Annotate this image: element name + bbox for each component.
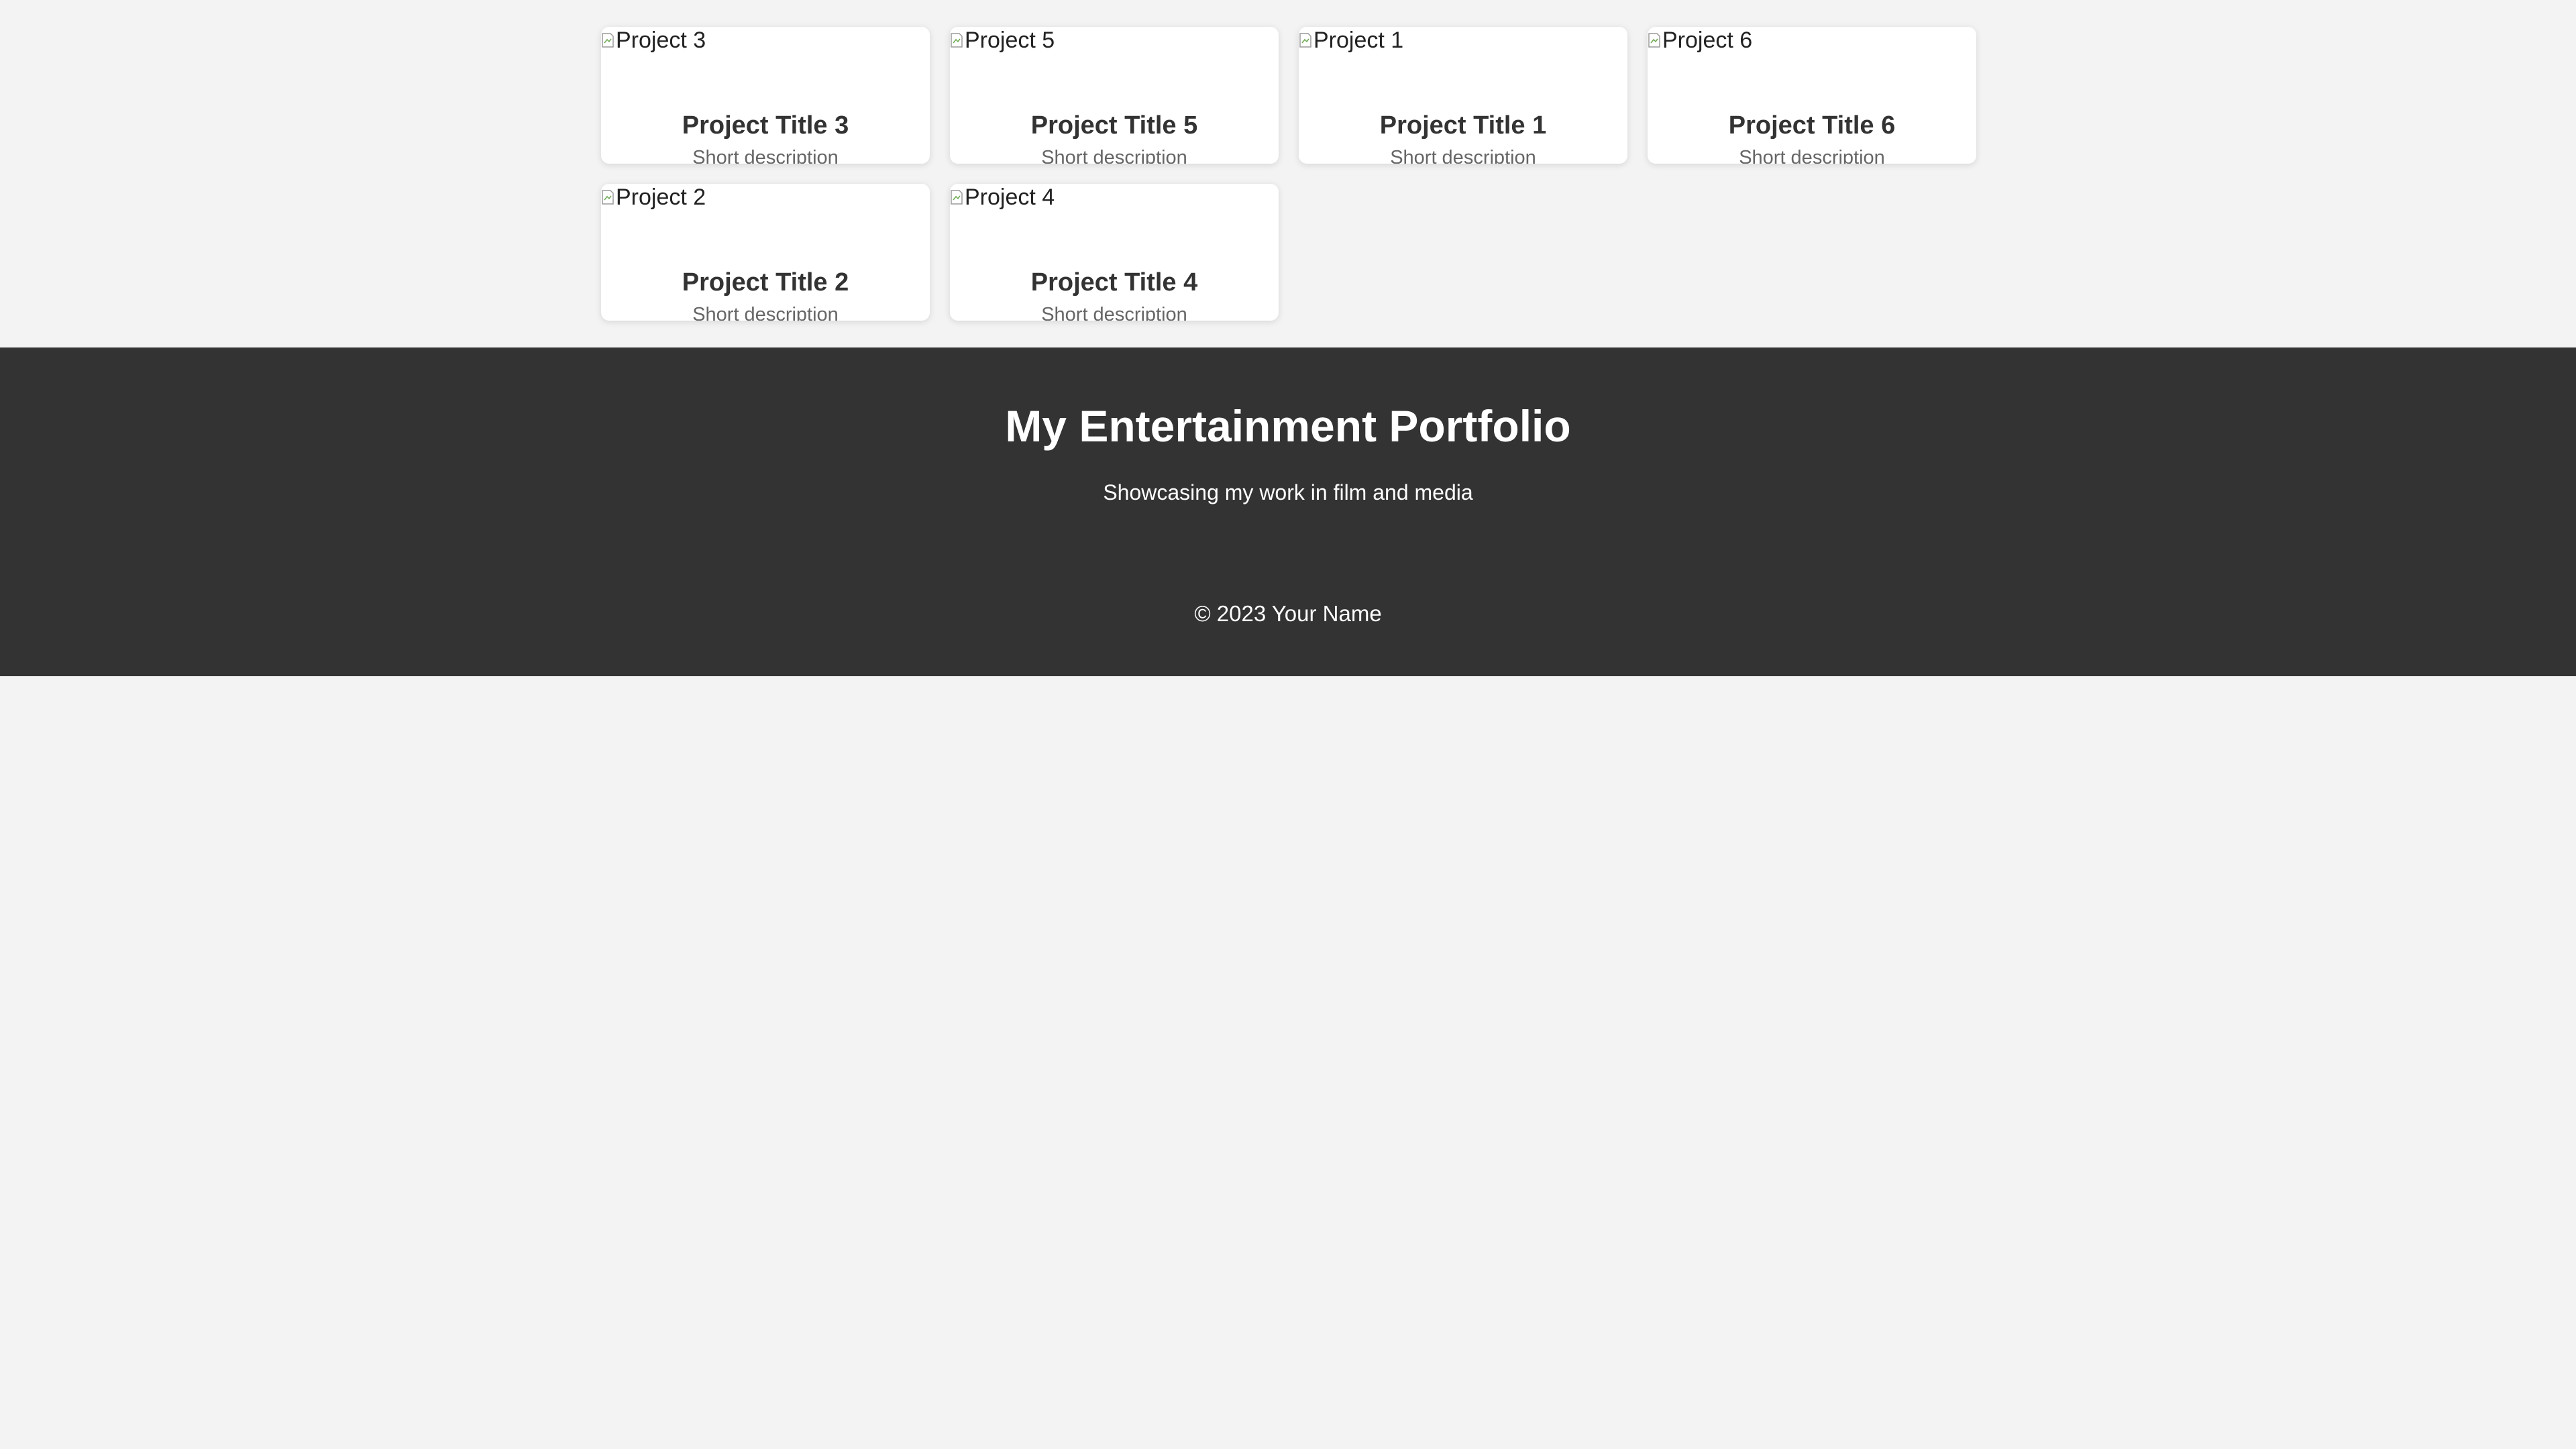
project-grid: Project 3 Project Title 3 Short descript… xyxy=(601,27,1976,321)
broken-image-icon xyxy=(601,189,614,205)
project-image[interactable]: Project 2 xyxy=(601,184,706,211)
project-title: Project Title 2 xyxy=(682,268,849,297)
project-image-alt: Project 3 xyxy=(616,27,706,53)
project-image[interactable]: Project 3 xyxy=(601,27,706,54)
project-image[interactable]: Project 4 xyxy=(950,184,1055,211)
project-title: Project Title 5 xyxy=(1030,111,1198,140)
project-card[interactable]: Project 1 Project Title 1 Short descript… xyxy=(1299,27,1627,164)
project-image[interactable]: Project 1 xyxy=(1299,27,1403,54)
project-title: Project Title 3 xyxy=(682,111,849,140)
project-description: Short description xyxy=(692,304,839,321)
project-card[interactable]: Project 3 Project Title 3 Short descript… xyxy=(601,27,930,164)
project-card[interactable]: Project 2 Project Title 2 Short descript… xyxy=(601,184,930,321)
project-card[interactable]: Project 6 Project Title 6 Short descript… xyxy=(1648,27,1976,164)
broken-image-icon xyxy=(950,189,963,205)
footer: My Entertainment Portfolio Showcasing my… xyxy=(0,347,2576,676)
project-image-alt: Project 6 xyxy=(1662,27,1753,53)
project-card[interactable]: Project 4 Project Title 4 Short descript… xyxy=(950,184,1279,321)
project-description: Short description xyxy=(1390,147,1536,164)
site-title: My Entertainment Portfolio xyxy=(1005,401,1571,451)
site-subtitle: Showcasing my work in film and media xyxy=(1103,480,1473,504)
project-description: Short description xyxy=(1739,147,1885,164)
project-description: Short description xyxy=(1041,304,1187,321)
project-card[interactable]: Project 5 Project Title 5 Short descript… xyxy=(950,27,1279,164)
project-image-alt: Project 1 xyxy=(1313,27,1404,53)
project-image-alt: Project 5 xyxy=(965,27,1055,53)
project-title: Project Title 1 xyxy=(1379,111,1547,140)
project-image[interactable]: Project 5 xyxy=(950,27,1055,54)
project-image[interactable]: Project 6 xyxy=(1648,27,1752,54)
broken-image-icon xyxy=(601,32,614,48)
copyright-text: © 2023 Your Name xyxy=(1194,601,1382,626)
project-image-alt: Project 4 xyxy=(965,184,1055,210)
project-image-alt: Project 2 xyxy=(616,184,706,210)
project-title: Project Title 4 xyxy=(1030,268,1198,297)
broken-image-icon xyxy=(1299,32,1312,48)
broken-image-icon xyxy=(950,32,963,48)
project-title: Project Title 6 xyxy=(1728,111,1896,140)
project-description: Short description xyxy=(692,147,839,164)
project-description: Short description xyxy=(1041,147,1187,164)
broken-image-icon xyxy=(1648,32,1661,48)
